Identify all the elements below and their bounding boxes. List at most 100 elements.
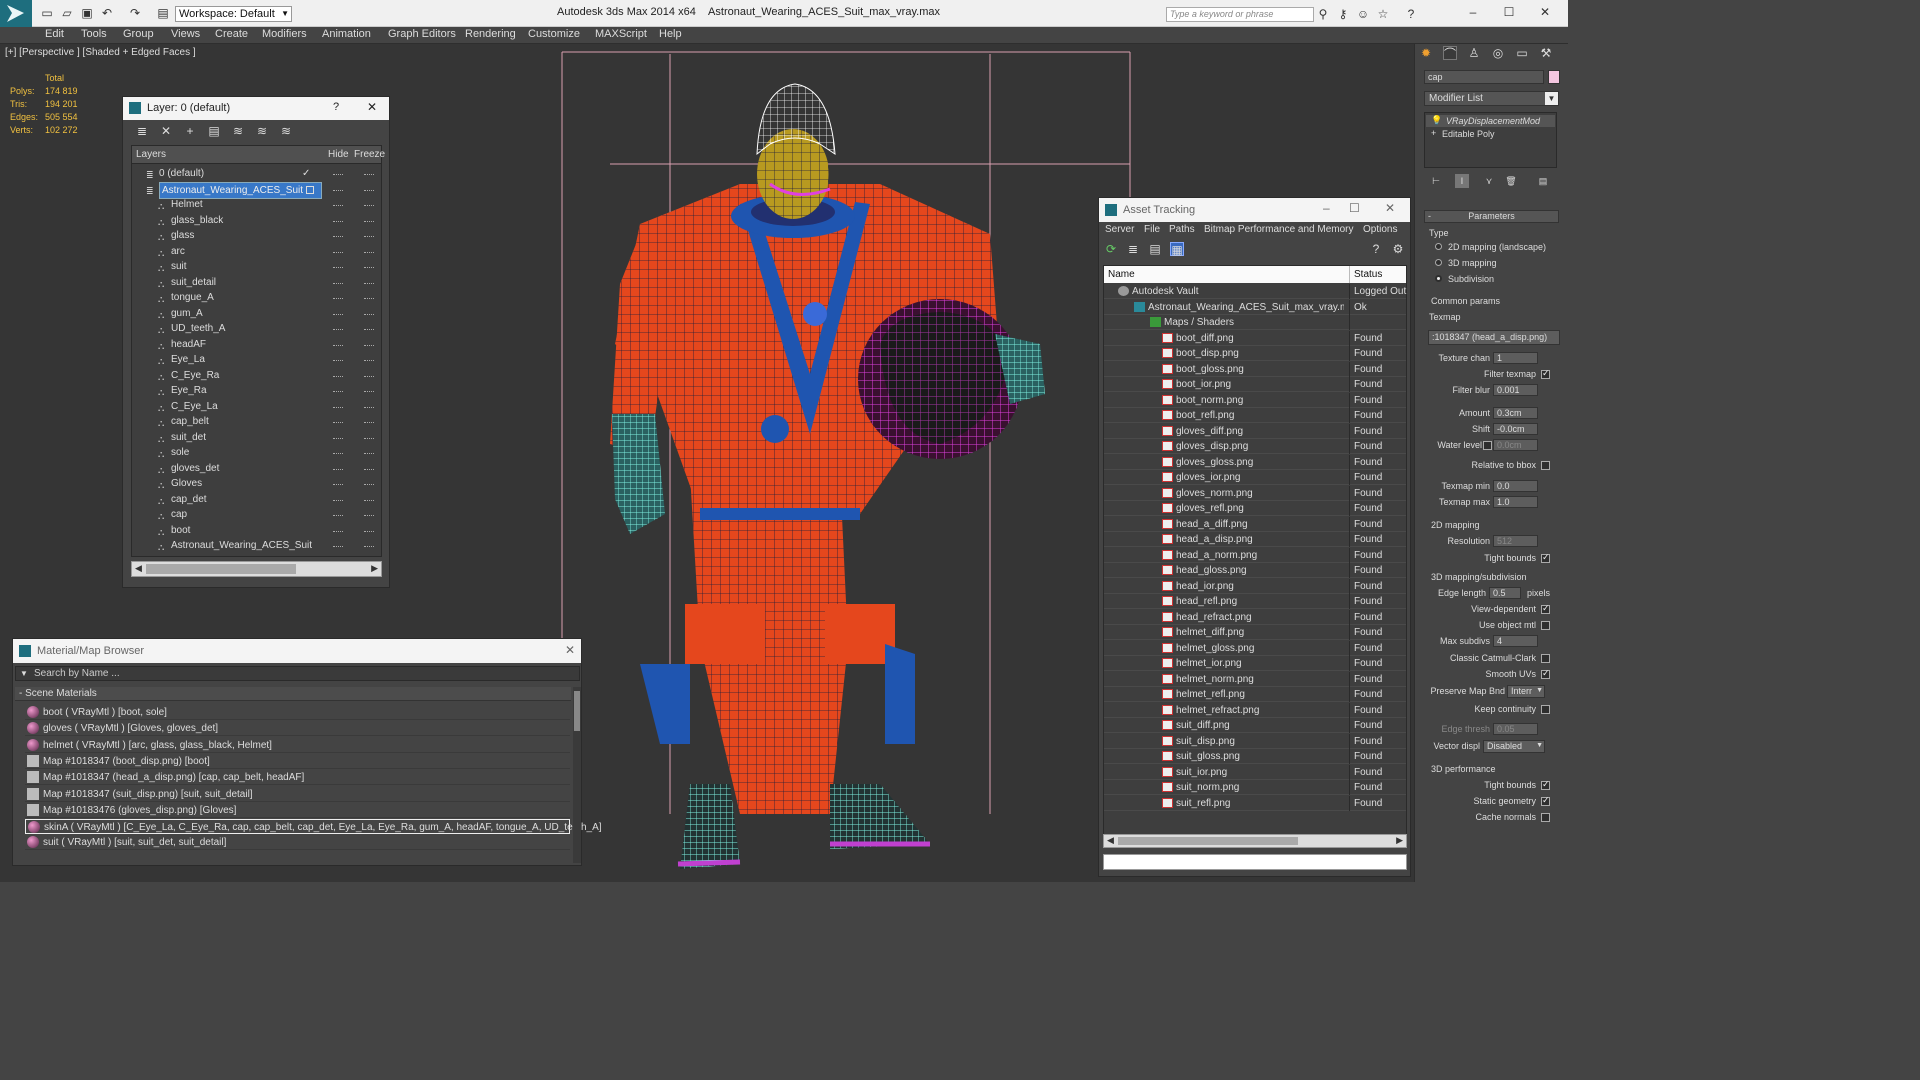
water-level-spinner[interactable]: 0.0cm	[1493, 439, 1538, 451]
layer-object-row[interactable]: ⛬ Astronaut_Wearing_ACES_Suit	[132, 538, 381, 553]
tight-bounds-checkbox[interactable]	[1541, 779, 1550, 790]
hide-toggle[interactable]	[333, 205, 343, 208]
menu-rendering[interactable]: Rendering	[465, 28, 516, 40]
material-item[interactable]: Map #1018347 (head_a_disp.png) [cap, cap…	[25, 770, 570, 786]
layer-object-row[interactable]: ⛬ UD_teeth_A	[132, 321, 381, 336]
redo-icon[interactable]: ↷	[128, 6, 142, 20]
hide-toggle[interactable]	[333, 515, 343, 518]
menu-tools[interactable]: Tools	[81, 28, 107, 40]
highlight-layer-icon[interactable]: ≋	[231, 124, 245, 138]
amount-spinner[interactable]: 0.3cm	[1493, 407, 1538, 419]
select-layer-icon[interactable]: ▤	[207, 124, 221, 138]
asset-row-map[interactable]: boot_refl.png Found	[1104, 408, 1406, 423]
hide-toggle[interactable]	[333, 453, 343, 456]
freeze-toggle[interactable]	[364, 391, 374, 394]
asset-row-map[interactable]: suit_diff.png Found	[1104, 718, 1406, 733]
layer-object-row[interactable]: ⛬ cap_belt	[132, 414, 381, 429]
shift-spinner[interactable]: -0.0cm	[1493, 423, 1538, 435]
maximize-icon[interactable]: ☐	[1349, 201, 1360, 215]
freeze-toggle[interactable]	[364, 298, 374, 301]
max-subdivs-spinner[interactable]: 4	[1493, 635, 1538, 647]
radio-subdivision[interactable]: Subdivision	[1435, 274, 1494, 284]
user-icon[interactable]: ☺	[1356, 7, 1370, 21]
close-icon[interactable]: ✕	[1538, 5, 1552, 19]
col-hide[interactable]: Hide	[328, 149, 349, 160]
close-icon[interactable]: ✕	[1385, 201, 1395, 215]
freeze-toggle[interactable]	[364, 484, 374, 487]
smooth-uvs-checkbox[interactable]	[1541, 668, 1550, 679]
active-layer-check-icon[interactable]: ✓	[302, 166, 310, 181]
col-freeze[interactable]: Freeze	[354, 149, 385, 160]
menu-maxscript[interactable]: MAXScript	[595, 28, 647, 40]
filter-blur-spinner[interactable]: 0.001	[1493, 384, 1538, 396]
hide-toggle[interactable]	[333, 499, 343, 503]
close-icon[interactable]: ✕	[565, 643, 575, 657]
asset-hscroll-thumb[interactable]	[1118, 837, 1298, 845]
layer-object-row[interactable]: ⛬ suit	[132, 259, 381, 274]
hide-toggle[interactable]	[333, 251, 343, 255]
asset-row-map[interactable]: helmet_refl.png Found	[1104, 687, 1406, 702]
make-unique-icon[interactable]: ⋎	[1482, 174, 1496, 188]
list-view-icon[interactable]: ≣	[1126, 242, 1140, 256]
freeze-toggle[interactable]	[364, 189, 374, 193]
asset-hscroll[interactable]: ◀ ▶	[1103, 834, 1407, 848]
cache-normals-checkbox[interactable]	[1541, 813, 1550, 822]
asset-row-map[interactable]: head_a_disp.png Found	[1104, 532, 1406, 547]
show-end-result-icon[interactable]: Ⅰ	[1455, 174, 1469, 188]
asset-path-field[interactable]	[1103, 854, 1407, 870]
freeze-toggle[interactable]	[364, 375, 374, 379]
layer-object-row[interactable]: ⛬ cap_det	[132, 492, 381, 507]
asset-menu-options[interactable]: Options	[1363, 224, 1397, 235]
hide-toggle[interactable]	[333, 220, 343, 224]
view-dependent-checkbox[interactable]	[1541, 603, 1550, 614]
freeze-toggle[interactable]	[364, 205, 374, 208]
project-folder-icon[interactable]: ▤	[156, 6, 170, 20]
asset-row-map[interactable]: head_refl.png Found	[1104, 594, 1406, 609]
maximize-icon[interactable]: ☐	[1502, 5, 1516, 19]
freeze-toggle[interactable]	[364, 406, 374, 410]
help-icon[interactable]: ?	[1369, 242, 1383, 256]
freeze-toggle[interactable]	[364, 267, 374, 270]
freeze-toggle[interactable]	[364, 344, 374, 348]
hide-toggle[interactable]	[333, 298, 343, 301]
material-item[interactable]: Map #1018347 (suit_disp.png) [suit, suit…	[25, 787, 570, 802]
expand-plus-icon[interactable]: +	[1431, 128, 1436, 138]
col-name[interactable]: Name	[1108, 269, 1135, 280]
configure-sets-icon[interactable]: ▤	[1536, 174, 1550, 188]
workspace-dropdown[interactable]: Workspace: Default ▼	[175, 6, 292, 22]
asset-row-map[interactable]: head_a_norm.png Found	[1104, 547, 1406, 563]
layer-object-row[interactable]: ⛬ Gloves	[132, 476, 381, 491]
asset-row-map[interactable]: gloves_norm.png Found	[1104, 485, 1406, 501]
detail-view-icon[interactable]: ▤	[1148, 242, 1162, 256]
material-item[interactable]: suit ( VRayMtl ) [suit, suit_det, suit_d…	[25, 835, 570, 851]
asset-row-map[interactable]: gloves_refl.png Found	[1104, 501, 1406, 516]
relative-bbox-checkbox[interactable]	[1541, 461, 1550, 470]
minimize-icon[interactable]: –	[1466, 5, 1480, 19]
layer-object-row[interactable]: ⛬ Eye_La	[132, 352, 381, 367]
freeze-toggle[interactable]	[364, 236, 374, 239]
static-geometry-checkbox[interactable]	[1541, 795, 1550, 806]
layer-object-row[interactable]: ⛬ Helmet	[132, 197, 381, 212]
texture-chan-spinner[interactable]: 1	[1493, 352, 1538, 364]
layer-hscroll-thumb[interactable]	[146, 564, 296, 574]
radio-2d-mapping[interactable]: 2D mapping (landscape)	[1435, 242, 1546, 252]
hide-toggle[interactable]	[333, 437, 343, 441]
table-view-icon[interactable]: ▦	[1170, 242, 1184, 257]
settings-icon[interactable]: ⚙	[1391, 242, 1405, 256]
stack-item-editable-poly[interactable]: Editable Poly	[1426, 128, 1555, 140]
asset-row-map[interactable]: helmet_ior.png Found	[1104, 656, 1406, 671]
freeze-all-icon[interactable]: ≋	[279, 124, 293, 138]
layer-object-row[interactable]: ⛬ C_Eye_La	[132, 399, 381, 414]
create-layer-icon[interactable]: ≣	[135, 124, 149, 138]
layer-object-row[interactable]: ⛬ arc	[132, 244, 381, 259]
layer-object-row[interactable]: ⛬ glass	[132, 228, 381, 243]
freeze-toggle[interactable]	[364, 422, 374, 425]
material-vscroll[interactable]	[573, 687, 581, 863]
layer-object-row[interactable]: ⛬ Eye_Ra	[132, 383, 381, 398]
asset-row-map[interactable]: suit_ior.png Found	[1104, 764, 1406, 780]
asset-row-map[interactable]: gloves_disp.png Found	[1104, 439, 1406, 454]
radio-3d-mapping[interactable]: 3D mapping	[1435, 258, 1497, 268]
asset-tracking-window[interactable]: Asset Tracking – ☐ ✕ Server File Paths B…	[1098, 197, 1411, 877]
asset-row-map[interactable]: helmet_gloss.png Found	[1104, 640, 1406, 656]
layer-object-row[interactable]: ⛬ boot	[132, 523, 381, 538]
